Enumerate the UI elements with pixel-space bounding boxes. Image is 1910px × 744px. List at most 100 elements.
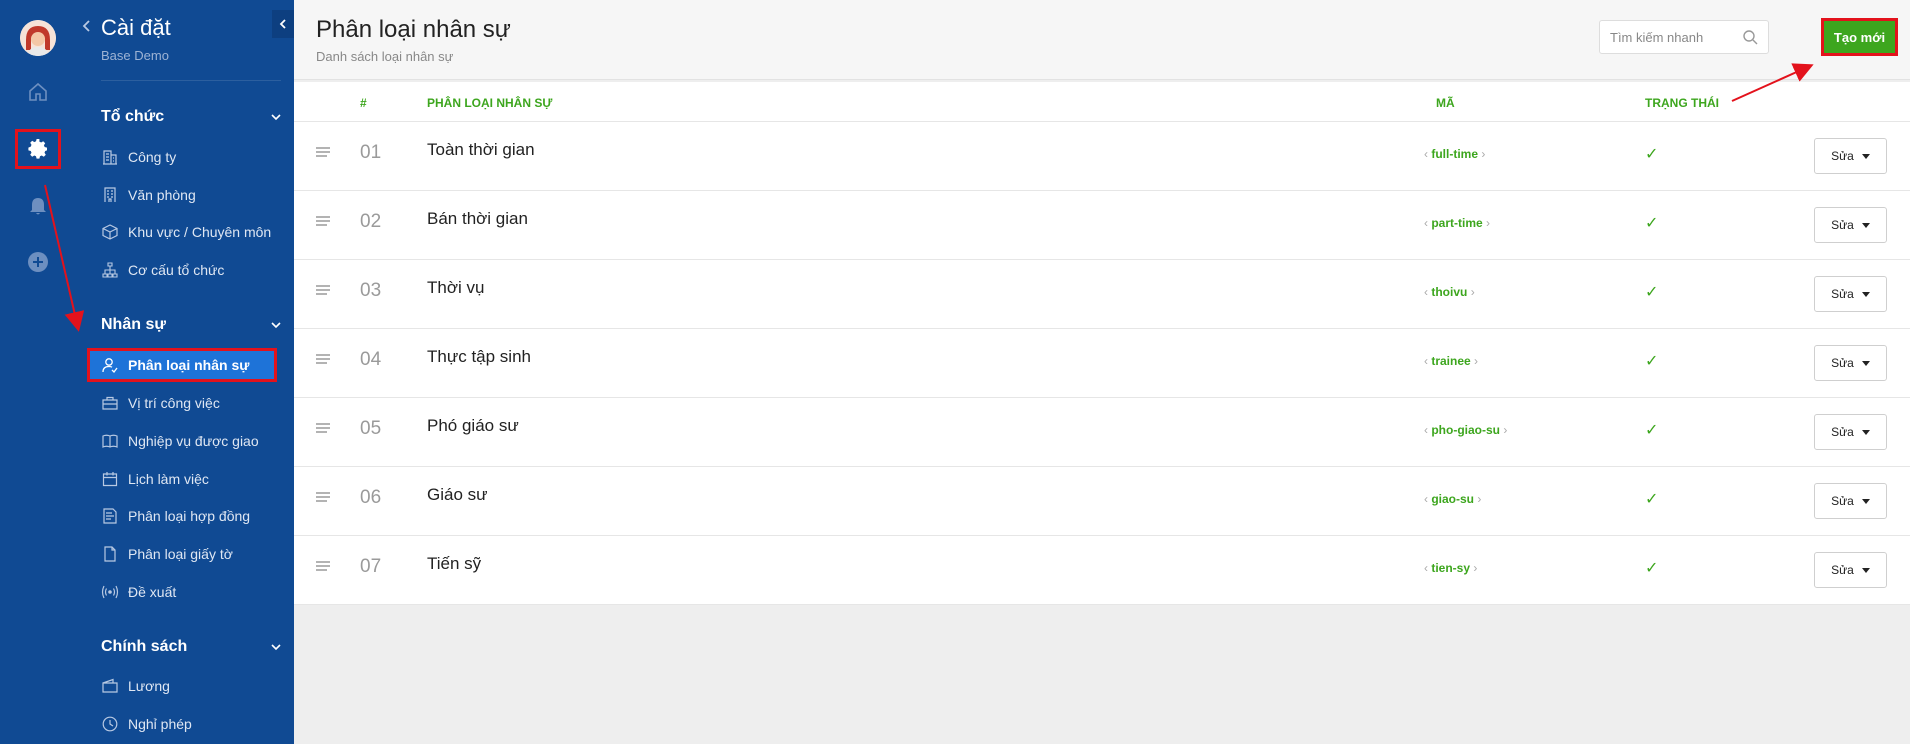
table-row[interactable]: 01 Toàn thời gian ‹ full-time › ✓ Sửa	[294, 122, 1910, 191]
employee-type-name: Thời vụ	[427, 278, 485, 297]
page-header: Phân loại nhân sự Danh sách loại nhân sự…	[294, 0, 1910, 80]
drag-handle-icon[interactable]	[316, 146, 330, 158]
edit-dropdown-button[interactable]: Sửa	[1814, 138, 1887, 174]
employee-type-code: ‹ part-time ›	[1424, 216, 1490, 230]
sidebar-item-label: Đề xuất	[128, 584, 177, 600]
sidebar-item-nghi-phep[interactable]: Nghỉ phép	[101, 711, 281, 737]
edit-dropdown-button[interactable]: Sửa	[1814, 483, 1887, 519]
sidebar-item-label: Nghiệp vụ được giao	[128, 433, 259, 449]
status-check-icon: ✓	[1645, 491, 1659, 508]
section-to-chuc[interactable]: Tổ chức	[101, 108, 286, 130]
employee-type-code: ‹ tien-sy ›	[1424, 561, 1477, 575]
sidebar-item-phan-loai-hop-dong[interactable]: Phân loại hợp đồng	[101, 503, 281, 529]
drag-handle-icon[interactable]	[316, 353, 330, 365]
broadcast-icon	[101, 583, 119, 601]
column-index: #	[360, 96, 367, 110]
sidebar-item-lich-lam-viec[interactable]: Lịch làm việc	[101, 466, 281, 492]
search-icon[interactable]	[1742, 29, 1758, 45]
search-input[interactable]	[1600, 21, 1735, 53]
employee-type-code: ‹ full-time ›	[1424, 147, 1485, 161]
employee-type-code: ‹ trainee ›	[1424, 354, 1478, 368]
chevron-down-icon	[271, 114, 281, 121]
sidebar-item-co-cau[interactable]: Cơ cấu tổ chức	[101, 257, 281, 283]
drag-handle-icon[interactable]	[316, 284, 330, 296]
employee-type-code: ‹ thoivu ›	[1424, 285, 1475, 299]
home-icon[interactable]	[22, 76, 54, 108]
office-icon	[101, 186, 119, 204]
quick-search	[1599, 20, 1769, 54]
code-value: pho-giao-su	[1431, 423, 1500, 437]
section-chinh-sach[interactable]: Chính sách	[101, 638, 286, 660]
document-icon	[101, 545, 119, 563]
employee-type-code: ‹ pho-giao-su ›	[1424, 423, 1507, 437]
edit-label: Sửa	[1831, 563, 1854, 577]
row-number: 06	[360, 487, 382, 508]
edit-dropdown-button[interactable]: Sửa	[1814, 414, 1887, 450]
briefcase-icon	[101, 394, 119, 412]
contract-icon	[101, 507, 119, 525]
table-row[interactable]: 06 Giáo sư ‹ giao-su › ✓ Sửa	[294, 467, 1910, 536]
sidebar-item-label: Phân loại giấy tờ	[128, 546, 233, 562]
section-label: Chính sách	[101, 638, 188, 655]
row-number: 05	[360, 418, 382, 439]
settings-sidebar: Cài đặt Base Demo Tổ chức Công ty Văn ph…	[76, 0, 294, 744]
section-nhan-su[interactable]: Nhân sự	[101, 316, 286, 338]
status-check-icon: ✓	[1645, 146, 1659, 163]
sidebar-item-label: Phân loại hợp đồng	[128, 508, 251, 524]
code-value: giao-su	[1431, 492, 1475, 506]
drag-handle-icon[interactable]	[316, 215, 330, 227]
table-row[interactable]: 04 Thực tập sinh ‹ trainee › ✓ Sửa	[294, 329, 1910, 398]
code-close-bracket: ›	[1473, 561, 1478, 575]
sidebar-item-de-xuat[interactable]: Đề xuất	[101, 579, 281, 605]
sidebar-item-label: Nghỉ phép	[128, 716, 192, 732]
table-row[interactable]: 07 Tiến sỹ ‹ tien-sy › ✓ Sửa	[294, 536, 1910, 605]
sidebar-item-nghiep-vu[interactable]: Nghiệp vụ được giao	[101, 428, 281, 454]
code-close-bracket: ›	[1477, 492, 1482, 506]
sidebar-item-label: Văn phòng	[128, 187, 196, 203]
edit-dropdown-button[interactable]: Sửa	[1814, 276, 1887, 312]
create-new-button[interactable]: Tạo mới	[1821, 18, 1898, 56]
code-open-bracket: ‹	[1424, 147, 1428, 161]
clock-icon	[101, 715, 119, 733]
calendar-icon	[101, 470, 119, 488]
sidebar-item-phan-loai-nhan-su[interactable]: Phân loại nhân sự	[87, 348, 277, 382]
page-subtitle: Danh sách loại nhân sự	[316, 49, 454, 64]
employee-type-name: Tiến sỹ	[427, 554, 482, 573]
settings-gear-icon[interactable]	[15, 129, 61, 169]
edit-dropdown-button[interactable]: Sửa	[1814, 345, 1887, 381]
table-row[interactable]: 02 Bán thời gian ‹ part-time › ✓ Sửa	[294, 191, 1910, 260]
sidebar-item-phan-loai-giay-to[interactable]: Phân loại giấy tờ	[101, 541, 281, 567]
sidebar-item-van-phong[interactable]: Văn phòng	[101, 182, 281, 208]
sidebar-item-label: Phân loại nhân sự	[128, 357, 250, 373]
notification-bell-icon[interactable]	[22, 190, 54, 222]
drag-handle-icon[interactable]	[316, 491, 330, 503]
employee-type-name: Giáo sư	[427, 485, 488, 504]
sidebar-item-khu-vuc[interactable]: Khu vực / Chuyên môn	[101, 219, 281, 245]
code-close-bracket: ›	[1474, 354, 1479, 368]
sidebar-item-luong[interactable]: Lương	[101, 673, 281, 699]
sidebar-item-cong-ty[interactable]: Công ty	[101, 144, 281, 170]
code-close-bracket: ›	[1481, 147, 1486, 161]
edit-label: Sửa	[1831, 425, 1854, 439]
sidebar-item-vi-tri[interactable]: Vị trí công việc	[101, 390, 281, 416]
user-check-icon	[101, 356, 119, 374]
table-row[interactable]: 03 Thời vụ ‹ thoivu › ✓ Sửa	[294, 260, 1910, 329]
caret-down-icon	[1861, 360, 1870, 366]
caret-down-icon	[1861, 429, 1870, 435]
edit-dropdown-button[interactable]: Sửa	[1814, 552, 1887, 588]
employee-type-code: ‹ giao-su ›	[1424, 492, 1481, 506]
row-number: 03	[360, 280, 382, 301]
edit-dropdown-button[interactable]: Sửa	[1814, 207, 1887, 243]
drag-handle-icon[interactable]	[316, 422, 330, 434]
wallet-icon	[101, 677, 119, 695]
sidebar-divider	[101, 80, 281, 81]
drag-handle-icon[interactable]	[316, 560, 330, 572]
row-number: 01	[360, 142, 382, 163]
table-row[interactable]: 05 Phó giáo sư ‹ pho-giao-su › ✓ Sửa	[294, 398, 1910, 467]
collapse-sidebar-button[interactable]	[272, 10, 294, 38]
user-avatar[interactable]	[20, 20, 56, 56]
add-circle-icon[interactable]	[22, 246, 54, 278]
chevron-down-icon	[271, 644, 281, 651]
back-chevron-icon[interactable]	[78, 16, 96, 36]
sidebar-item-label: Cơ cấu tổ chức	[128, 262, 225, 278]
